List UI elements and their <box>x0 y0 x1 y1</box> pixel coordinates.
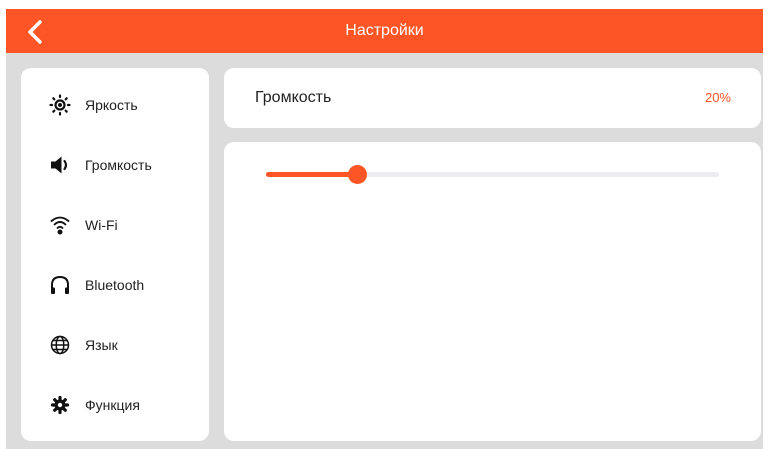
brightness-icon <box>49 94 71 116</box>
sidebar-item-wifi[interactable]: Wi-Fi <box>21 203 209 247</box>
top-bar: Настройки <box>6 9 763 53</box>
wifi-icon <box>49 214 71 236</box>
gear-icon <box>49 394 71 416</box>
page-title: Настройки <box>345 22 424 39</box>
volume-value: 20% <box>704 90 731 105</box>
sidebar-item-label: Wi-Fi <box>85 217 118 233</box>
volume-slider-card <box>224 142 761 441</box>
sidebar-item-label: Bluetooth <box>85 277 145 293</box>
globe-icon <box>49 334 71 356</box>
sidebar-item-language[interactable]: Язык <box>21 323 209 367</box>
slider-thumb[interactable] <box>347 165 367 184</box>
volume-title: Громкость <box>255 89 332 106</box>
settings-sidebar: Яркость Громкость Wi-Fi Bluetooth Язык Ф… <box>21 68 209 441</box>
headphones-icon <box>49 274 71 296</box>
sidebar-item-label: Громкость <box>85 157 152 173</box>
sidebar-item-function[interactable]: Функция <box>21 383 209 427</box>
speaker-icon <box>49 154 71 176</box>
sidebar-item-volume[interactable]: Громкость <box>21 143 209 187</box>
sidebar-item-label: Яркость <box>85 97 138 113</box>
sidebar-item-label: Функция <box>85 397 140 413</box>
volume-slider[interactable] <box>266 164 719 184</box>
sidebar-item-label: Язык <box>85 337 118 353</box>
sidebar-item-bluetooth[interactable]: Bluetooth <box>21 263 209 307</box>
sidebar-item-brightness[interactable]: Яркость <box>21 83 209 127</box>
volume-header-card: Громкость 20% <box>224 68 761 128</box>
slider-fill <box>266 172 357 177</box>
